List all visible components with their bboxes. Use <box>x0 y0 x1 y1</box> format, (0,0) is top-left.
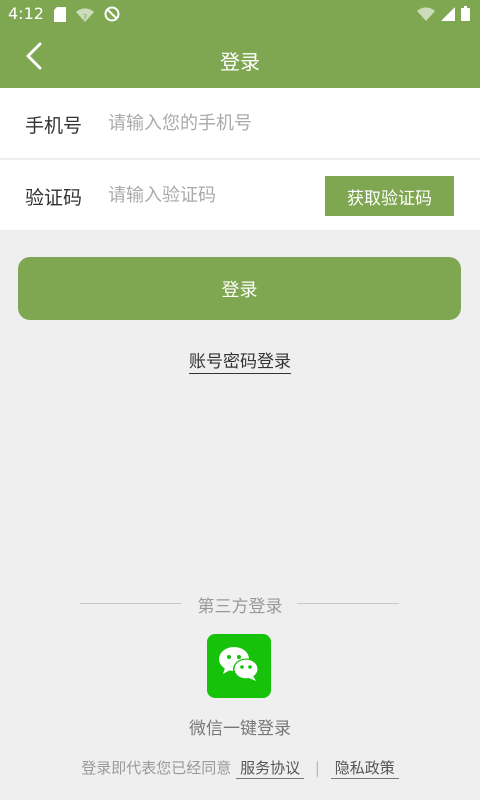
wechat-icon <box>217 645 261 687</box>
phone-label: 手机号 <box>25 115 83 137</box>
wechat-login-label: 微信一键登录 <box>189 719 291 739</box>
do-not-disturb-icon <box>104 6 120 26</box>
password-login-row: 账号密码登录 <box>0 347 480 374</box>
wifi-question-icon: ? <box>76 7 94 26</box>
agreement-prefix: 登录即代表您已经同意 <box>81 759 232 777</box>
third-party-title: 第三方登录 <box>197 597 283 617</box>
wechat-login-button[interactable] <box>207 634 271 698</box>
wifi-off-icon <box>417 6 435 25</box>
divider-right <box>297 603 399 604</box>
page-title: 登录 <box>220 50 260 74</box>
phone-row: 手机号 <box>0 88 480 158</box>
get-code-button[interactable]: 获取验证码 <box>325 176 454 216</box>
sd-card-icon <box>54 6 66 26</box>
login-button[interactable]: 登录 <box>18 257 461 320</box>
agreement-row: 登录即代表您已经同意 服务协议 | 隐私政策 <box>0 757 480 779</box>
terms-link[interactable]: 服务协议 <box>236 759 305 779</box>
status-bar: 4:12 ? <box>0 0 480 28</box>
code-row: 验证码 获取验证码 <box>0 160 480 230</box>
app-bar: 登录 <box>0 28 480 88</box>
phone-input[interactable] <box>108 105 448 141</box>
privacy-link[interactable]: 隐私政策 <box>330 759 399 779</box>
code-label: 验证码 <box>25 187 83 209</box>
svg-text:?: ? <box>83 13 87 22</box>
third-party-section: 第三方登录 <box>0 592 480 617</box>
signal-icon <box>441 6 455 25</box>
code-input[interactable] <box>108 177 328 213</box>
status-time: 4:12 <box>8 4 44 23</box>
status-right-icons <box>417 6 470 25</box>
agreement-separator: | <box>314 759 320 777</box>
password-login-link[interactable]: 账号密码登录 <box>189 352 291 374</box>
status-left-icons: ? <box>54 6 120 26</box>
battery-icon <box>461 6 470 25</box>
